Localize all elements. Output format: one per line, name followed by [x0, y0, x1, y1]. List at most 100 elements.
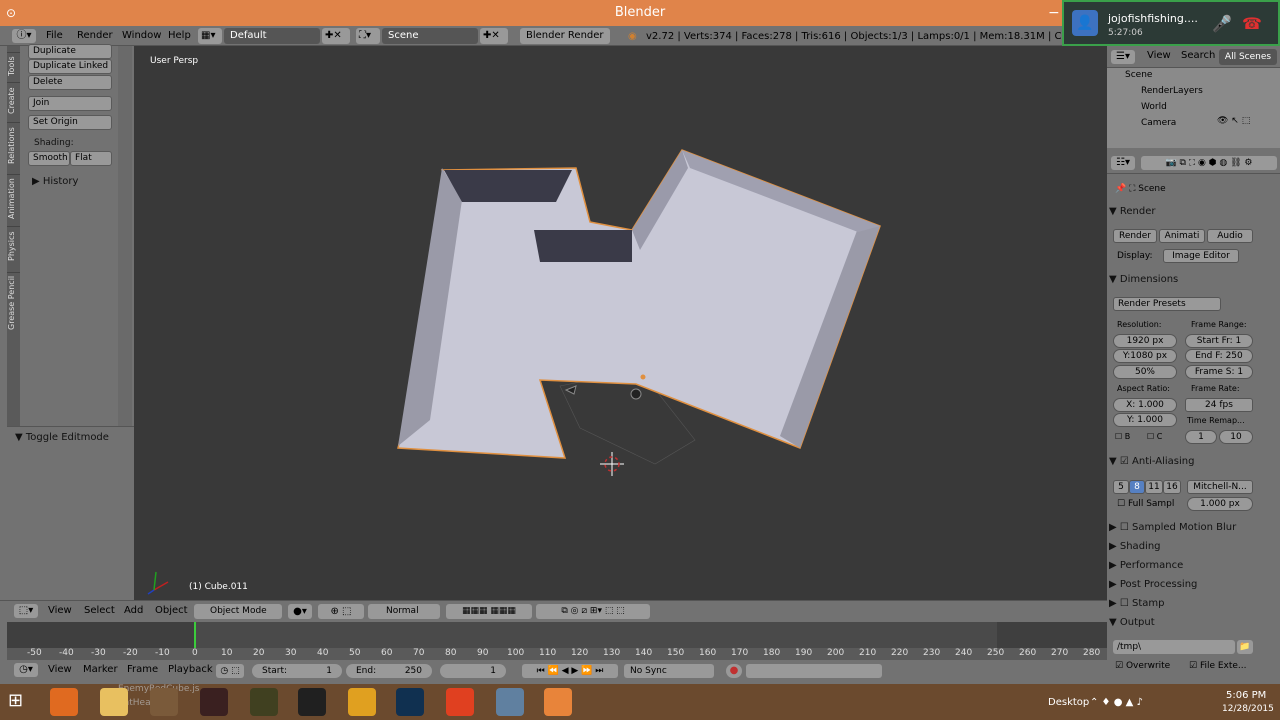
steam-icon[interactable] — [396, 688, 424, 716]
tab-grease-pencil[interactable]: Grease Pencil — [7, 272, 20, 332]
tab-relations[interactable]: Relations — [7, 122, 20, 168]
blender-taskbar-icon[interactable] — [544, 688, 572, 716]
file-explorer-icon[interactable] — [100, 688, 128, 716]
tab-tools[interactable]: Tools — [7, 52, 20, 80]
outliner-tree[interactable]: Scene RenderLayers World Camera 👁 ↖ ⬚ — [1107, 68, 1280, 148]
output-path-input[interactable]: /tmp\ — [1113, 640, 1235, 654]
view3d-menu-view[interactable]: View — [48, 605, 72, 616]
outliner-view[interactable]: View — [1147, 50, 1171, 61]
pivot-icon[interactable]: ⊕ ⬚ — [318, 604, 364, 619]
render-animation-button[interactable]: Animati — [1159, 229, 1205, 243]
crop-checkbox[interactable]: ☐ C — [1147, 432, 1162, 441]
outliner-camera[interactable]: Camera — [1141, 118, 1176, 128]
layers-grid-icon[interactable]: ▦▦▦ ▦▦▦ — [446, 604, 532, 619]
resolution-x-field[interactable]: 1920 px — [1113, 334, 1177, 348]
tab-animation[interactable]: Animation — [7, 174, 20, 222]
aa-8-button[interactable]: 8 — [1129, 480, 1145, 494]
start-frame-field-props[interactable]: Start Fr: 1 — [1185, 334, 1253, 348]
border-checkbox[interactable]: ☐ B — [1115, 432, 1130, 441]
outliner-world[interactable]: World — [1141, 102, 1167, 112]
duplicate-button[interactable]: Duplicate — [28, 44, 112, 59]
windows-start-icon[interactable]: ⊞ — [8, 690, 23, 711]
time-remap-old-field[interactable]: 1 — [1185, 430, 1217, 444]
timeline-menu-playback[interactable]: Playback — [168, 664, 213, 675]
current-frame-field[interactable]: 1 — [440, 664, 506, 678]
keying-set-field[interactable] — [746, 664, 882, 678]
post-processing-panel-header[interactable]: ▶ Post Processing — [1109, 579, 1259, 590]
firefox-icon[interactable] — [50, 688, 78, 716]
smooth-button[interactable]: Smooth — [28, 151, 70, 166]
filter-size-field[interactable]: 1.000 px — [1187, 497, 1253, 511]
aa-16-button[interactable]: 16 — [1163, 480, 1181, 494]
folder-icon[interactable]: 📁 — [1237, 640, 1253, 654]
object-mode-select[interactable]: Object Mode — [194, 604, 282, 619]
tray-icons[interactable]: ⌃ ♦ ● ▲ ♪ — [1090, 697, 1143, 708]
outliner-search[interactable]: Search — [1181, 50, 1215, 61]
playback-controls-icon[interactable]: ⏮ ⏪ ◀ ▶ ⏩ ⏭ — [522, 664, 618, 678]
file-extension-checkbox[interactable]: ☑ File Exte... — [1189, 661, 1247, 671]
performance-panel-header[interactable]: ▶ Performance — [1109, 560, 1259, 571]
full-sample-checkbox[interactable]: ☐ Full Sampl — [1117, 499, 1174, 509]
skype-like-icon[interactable] — [496, 688, 524, 716]
resolution-y-field[interactable]: Y:1080 px — [1113, 349, 1177, 363]
aa-5-button[interactable]: 5 — [1113, 480, 1129, 494]
playhead[interactable] — [194, 622, 196, 648]
join-button[interactable]: Join — [28, 96, 112, 111]
aa-11-button[interactable]: 11 — [1145, 480, 1163, 494]
outliner-scene[interactable]: Scene — [1125, 70, 1152, 80]
screen-layout-field[interactable]: Default — [224, 28, 320, 44]
snap-icons[interactable]: ⧉ ◎ ⧄ ⊞▾ ⬚ ⬚ — [536, 604, 650, 619]
aspect-y-field[interactable]: Y: 1.000 — [1113, 413, 1177, 427]
set-origin-button[interactable]: Set Origin — [28, 115, 112, 130]
menu-render[interactable]: Render — [77, 30, 113, 41]
timeline-menu-marker[interactable]: Marker — [83, 664, 118, 675]
delete-button[interactable]: Delete — [28, 75, 112, 90]
3d-viewport[interactable]: User Persp (1) Cube.011 — [134, 46, 1107, 600]
tool-panel-scrollbar[interactable] — [118, 46, 132, 426]
screen-layout-icon[interactable]: ▦▾ — [198, 28, 222, 44]
duplicate-linked-button[interactable]: Duplicate Linked — [28, 59, 112, 74]
render-engine-select[interactable]: Blender Render — [520, 28, 610, 44]
scene-icon[interactable]: ⛶▾ — [356, 28, 380, 44]
scene-add-remove-icon[interactable]: ✚✕ — [480, 28, 508, 44]
flame-app-icon[interactable] — [446, 688, 474, 716]
render-presets-select[interactable]: Render Presets — [1113, 297, 1221, 311]
antialiasing-panel-header[interactable]: ▼ ☑ Anti-Aliasing — [1109, 456, 1259, 467]
view3d-menu-select[interactable]: Select — [84, 605, 115, 616]
chrome-icon[interactable] — [348, 688, 376, 716]
aspect-x-field[interactable]: X: 1.000 — [1113, 398, 1177, 412]
outliner-editor-icon[interactable]: ☰▾ — [1111, 50, 1135, 64]
frame-step-field[interactable]: Frame S: 1 — [1185, 365, 1253, 379]
end-frame-field-props[interactable]: End F: 250 — [1185, 349, 1253, 363]
output-panel-header[interactable]: ▼ Output — [1109, 617, 1259, 628]
render-image-button[interactable]: Render — [1113, 229, 1157, 243]
start-frame-field[interactable]: Start: 1 — [252, 664, 342, 678]
resolution-percent-field[interactable]: 50% — [1113, 365, 1177, 379]
menu-help[interactable]: Help — [168, 30, 191, 41]
outliner-renderlayers[interactable]: RenderLayers — [1141, 86, 1203, 96]
motion-blur-panel-header[interactable]: ▶ ☐ Sampled Motion Blur — [1109, 522, 1259, 533]
editor-type-icon[interactable]: ⓘ▾ — [12, 29, 36, 43]
preview-range-icon[interactable]: ◷ ⬚ — [216, 664, 244, 678]
unity-icon[interactable] — [298, 688, 326, 716]
properties-editor-icon[interactable]: ☷▾ — [1111, 156, 1135, 170]
aa-filter-select[interactable]: Mitchell-N... — [1187, 480, 1253, 494]
game-icon[interactable] — [200, 688, 228, 716]
menu-file[interactable]: File — [46, 30, 63, 41]
sync-select[interactable]: No Sync — [624, 664, 714, 678]
render-panel-header[interactable]: ▼ Render — [1109, 206, 1259, 217]
frame-rate-select[interactable]: 24 fps — [1185, 398, 1253, 412]
history-panel[interactable]: ▶ History — [32, 176, 78, 187]
menu-window[interactable]: Window — [122, 30, 161, 41]
properties-context-icons[interactable]: 📷 ⧉ ⛶ ◉ ⬢ ◍ ⛓ ⚙ — [1141, 156, 1277, 170]
trophy-icon[interactable] — [250, 688, 278, 716]
minimize-button[interactable]: − — [1048, 0, 1060, 26]
render-audio-button[interactable]: Audio — [1207, 229, 1253, 243]
all-scenes-select[interactable]: All Scenes — [1219, 49, 1277, 65]
screen-add-remove-icon[interactable]: ✚✕ — [322, 28, 350, 44]
transform-orientation-select[interactable]: Normal — [368, 604, 440, 619]
dimensions-panel-header[interactable]: ▼ Dimensions — [1109, 274, 1259, 285]
view3d-menu-add[interactable]: Add — [124, 605, 143, 616]
microphone-icon[interactable]: 🎤 — [1212, 14, 1232, 33]
view3d-menu-object[interactable]: Object — [155, 605, 188, 616]
